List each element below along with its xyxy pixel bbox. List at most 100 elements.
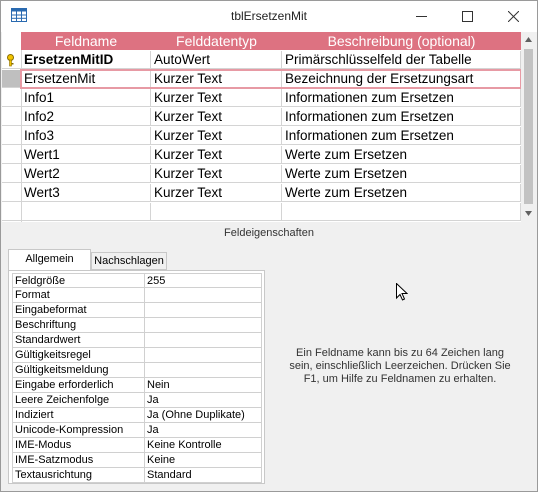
table-design-window: tblErsetzenMit Feldname Felddatentyp Bes… [0, 0, 538, 492]
property-name: Gültigkeitsregel [12, 348, 145, 363]
row-selector[interactable] [2, 108, 21, 126]
field-type-cell[interactable]: Kurzer Text [151, 70, 282, 88]
field-description-cell[interactable]: Bezeichnung der Ersetzungsart [282, 70, 521, 88]
field-type-cell[interactable] [151, 203, 282, 221]
field-type-cell[interactable]: Kurzer Text [151, 127, 282, 145]
tab-nachschlagen[interactable]: Nachschlagen [91, 252, 167, 270]
tab-allgemein[interactable]: Allgemein [8, 249, 91, 271]
field-type-cell[interactable]: Kurzer Text [151, 108, 282, 126]
property-value[interactable]: Nein [144, 378, 262, 393]
table-row[interactable]: Info2 Kurzer Text Informationen zum Erse… [2, 108, 521, 127]
property-value[interactable] [144, 348, 262, 363]
table-row[interactable]: Wert3 Kurzer Text Werte zum Ersetzen [2, 184, 521, 203]
row-selector[interactable] [2, 203, 21, 221]
table-row[interactable]: Info3 Kurzer Text Informationen zum Erse… [2, 127, 521, 146]
field-description-cell[interactable]: Werte zum Ersetzen [282, 184, 521, 202]
field-description-cell[interactable]: Primärschlüsselfeld der Tabelle [282, 51, 521, 69]
property-value[interactable]: Keine Kontrolle [144, 438, 262, 453]
table-row[interactable]: Wert1 Kurzer Text Werte zum Ersetzen [2, 146, 521, 165]
field-grid: Feldname Felddatentyp Beschreibung (opti… [2, 32, 536, 222]
table-row[interactable]: ErsetzenMitID AutoWert Primärschlüsselfe… [2, 51, 521, 70]
row-selector[interactable] [2, 70, 21, 88]
field-type-cell[interactable]: Kurzer Text [151, 146, 282, 164]
row-selector[interactable] [2, 89, 21, 107]
property-value[interactable]: Ja [144, 393, 262, 408]
field-name-cell[interactable]: Wert1 [21, 146, 151, 164]
field-name-cell[interactable]: ErsetzenMit [21, 70, 151, 88]
column-header-beschreibung[interactable]: Beschreibung (optional) [282, 32, 522, 50]
title-bar[interactable]: tblErsetzenMit [1, 1, 537, 32]
scroll-thumb[interactable] [524, 49, 533, 204]
property-row[interactable]: Feldgröße 255 [12, 273, 263, 288]
table-row[interactable] [2, 203, 521, 222]
property-row[interactable]: Eingabe erforderlich Nein [12, 378, 263, 393]
properties-table: Feldgröße 255 Format Eingabeformat Beschr… [12, 273, 263, 483]
field-type-cell[interactable]: AutoWert [151, 51, 282, 69]
property-name: Format [12, 288, 145, 303]
scroll-up-icon[interactable] [525, 37, 532, 42]
row-selector[interactable] [2, 165, 21, 183]
field-description-cell[interactable] [282, 203, 521, 221]
property-row[interactable]: Beschriftung [12, 318, 263, 333]
field-description-cell[interactable]: Informationen zum Ersetzen [282, 89, 521, 107]
scroll-down-icon[interactable] [525, 211, 532, 216]
field-description-cell[interactable]: Informationen zum Ersetzen [282, 127, 521, 145]
property-row[interactable]: IME-Modus Keine Kontrolle [12, 438, 263, 453]
property-row[interactable]: Gültigkeitsmeldung [12, 363, 263, 378]
property-name: Leere Zeichenfolge [12, 393, 145, 408]
close-button[interactable] [491, 1, 537, 32]
vertical-scrollbar[interactable] [521, 32, 536, 222]
maximize-button[interactable] [445, 1, 491, 32]
property-value[interactable]: 255 [144, 273, 262, 288]
field-type-cell[interactable]: Kurzer Text [151, 184, 282, 202]
property-name: Textausrichtung [12, 468, 145, 483]
field-type-cell[interactable]: Kurzer Text [151, 165, 282, 183]
property-value[interactable] [144, 318, 262, 333]
table-row[interactable]: Info1 Kurzer Text Informationen zum Erse… [2, 89, 521, 108]
property-value[interactable]: Ja (Ohne Duplikate) [144, 408, 262, 423]
field-name-cell[interactable]: Wert3 [21, 184, 151, 202]
row-selector[interactable] [2, 127, 21, 145]
property-row[interactable]: Eingabeformat [12, 303, 263, 318]
field-type-cell[interactable]: Kurzer Text [151, 89, 282, 107]
property-row[interactable]: IME-Satzmodus Keine [12, 453, 263, 468]
field-name-cell[interactable]: Info3 [21, 127, 151, 145]
column-header-feldname[interactable]: Feldname [21, 32, 152, 50]
field-name-cell[interactable]: ErsetzenMitID [21, 51, 151, 69]
field-name-cell[interactable] [21, 203, 151, 221]
property-value[interactable] [144, 288, 262, 303]
field-description-cell[interactable]: Informationen zum Ersetzen [282, 108, 521, 126]
row-selector[interactable] [2, 51, 21, 69]
field-description-cell[interactable]: Werte zum Ersetzen [282, 146, 521, 164]
row-selector[interactable] [2, 146, 21, 164]
help-text: Ein Feldname kann bis zu 64 Zeichen lang… [281, 347, 519, 386]
column-header-felddatentyp[interactable]: Felddatentyp [151, 32, 283, 50]
maximize-icon [462, 11, 473, 22]
field-description-cell[interactable]: Werte zum Ersetzen [282, 165, 521, 183]
minimize-button[interactable] [399, 1, 445, 32]
property-row[interactable]: Unicode-Kompression Ja [12, 423, 263, 438]
field-name-cell[interactable]: Wert2 [21, 165, 151, 183]
property-row[interactable]: Format [12, 288, 263, 303]
property-name: Beschriftung [12, 318, 145, 333]
field-name-cell[interactable]: Info1 [21, 89, 151, 107]
property-value[interactable]: Keine [144, 453, 262, 468]
row-selector[interactable] [2, 184, 21, 202]
property-value[interactable]: Ja [144, 423, 262, 438]
property-value[interactable] [144, 303, 262, 318]
property-row[interactable]: Gültigkeitsregel [12, 348, 263, 363]
property-row[interactable]: Leere Zeichenfolge Ja [12, 393, 263, 408]
table-row[interactable]: Wert2 Kurzer Text Werte zum Ersetzen [2, 165, 521, 184]
property-row[interactable]: Indiziert Ja (Ohne Duplikate) [12, 408, 263, 423]
property-name: IME-Modus [12, 438, 145, 453]
property-row[interactable]: Standardwert [12, 333, 263, 348]
property-value[interactable] [144, 333, 262, 348]
property-value[interactable]: Standard [144, 468, 262, 483]
property-row[interactable]: Textausrichtung Standard [12, 468, 263, 483]
table-row[interactable]: ErsetzenMit Kurzer Text Bezeichnung der … [2, 70, 521, 89]
property-name: Indiziert [12, 408, 145, 423]
property-name: IME-Satzmodus [12, 453, 145, 468]
field-name-cell[interactable]: Info2 [21, 108, 151, 126]
primary-key-icon [7, 54, 14, 67]
property-value[interactable] [144, 363, 262, 378]
